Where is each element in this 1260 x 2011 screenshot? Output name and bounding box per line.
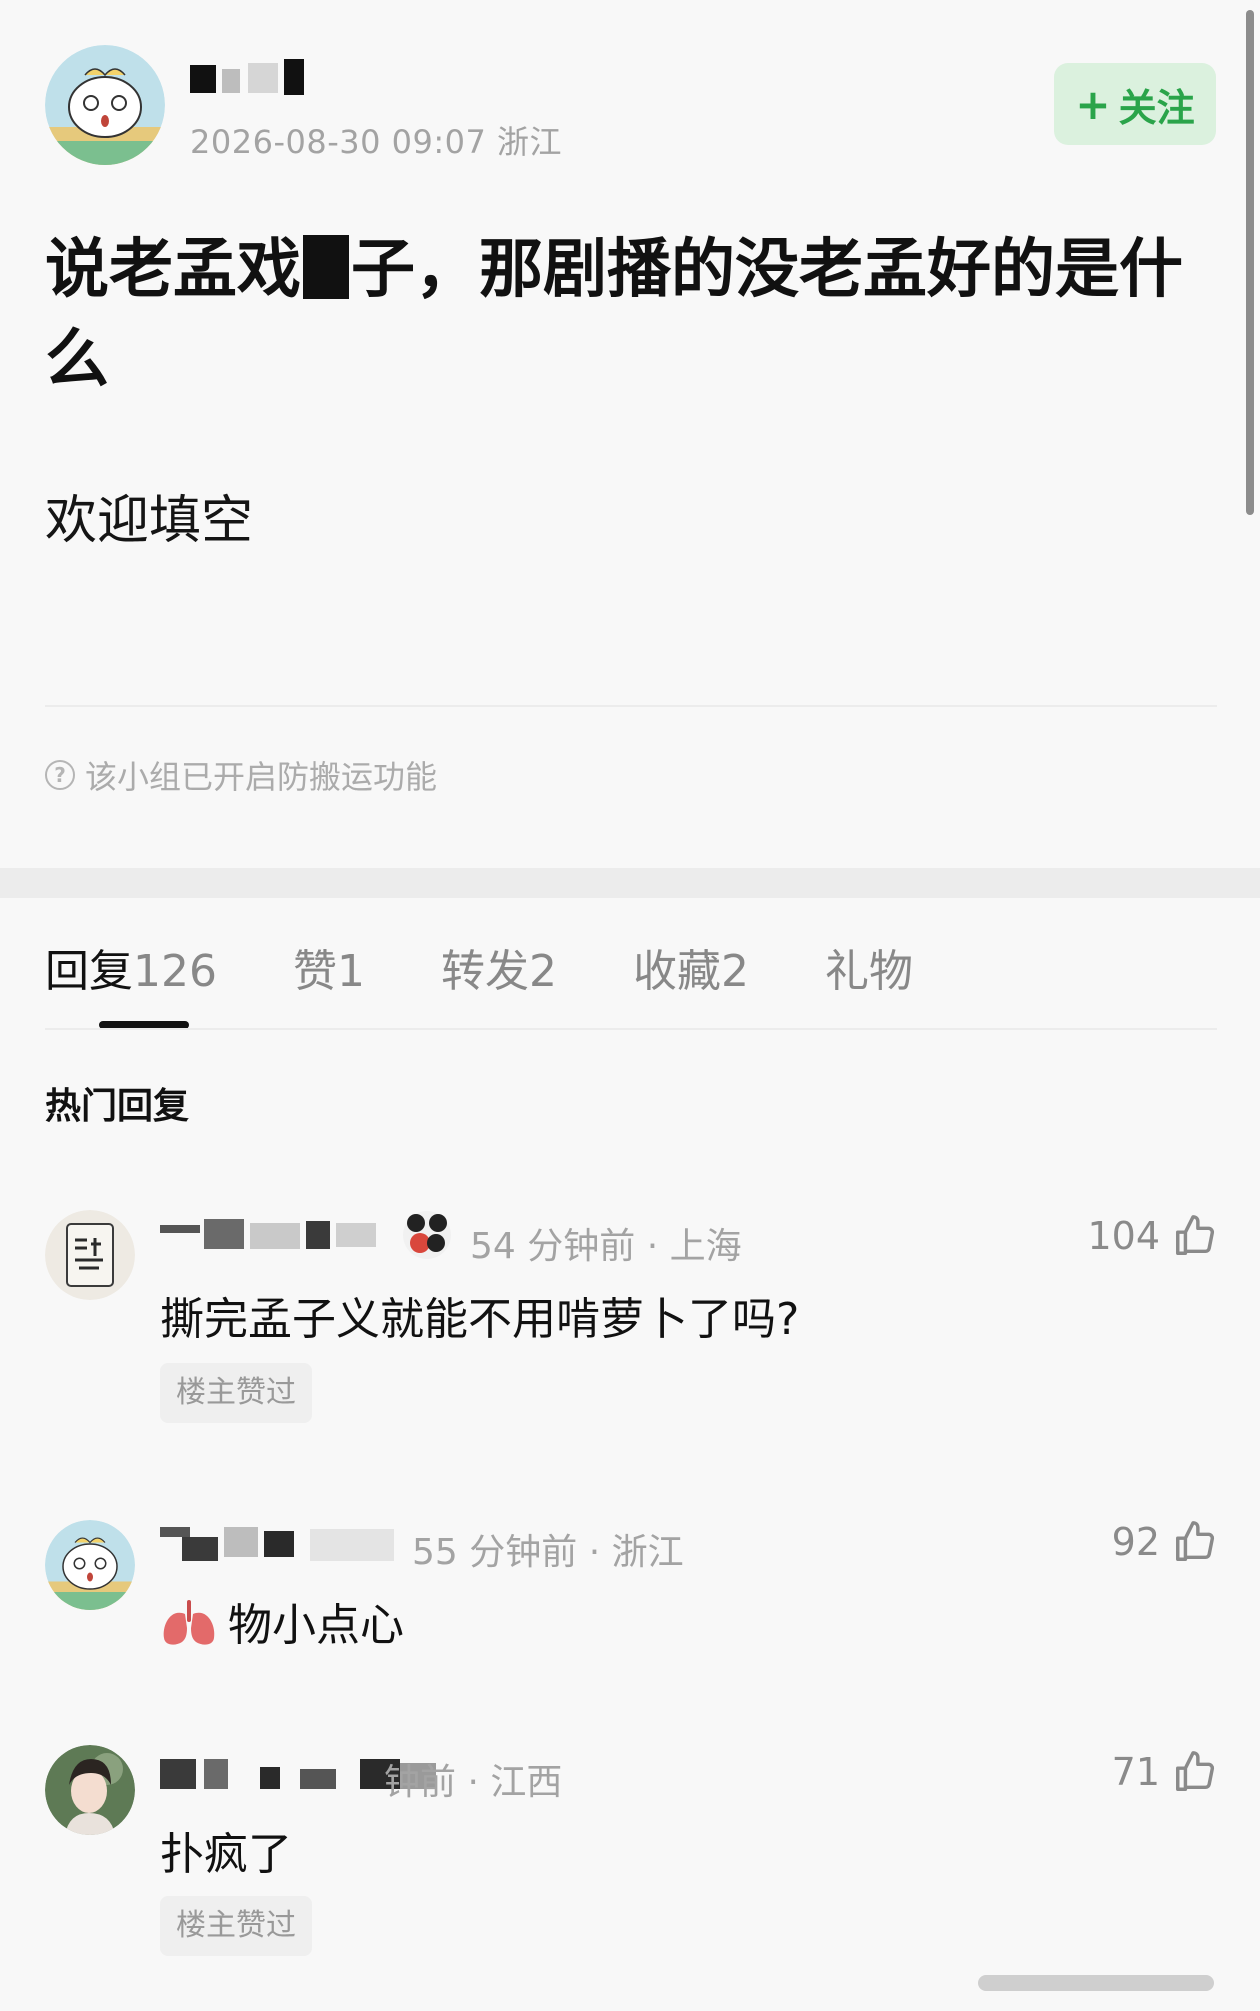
author-liked-badge: 楼主赞过 xyxy=(160,1896,312,1956)
redaction-mask xyxy=(303,235,349,299)
comment-text: 扑疯了 xyxy=(160,1829,292,1880)
author-avatar[interactable] xyxy=(45,45,165,165)
comment-meta: 55 分钟前 · 浙江 xyxy=(412,1532,684,1573)
tab-count: 126 xyxy=(133,946,217,997)
home-indicator[interactable] xyxy=(978,1975,1214,1991)
follow-label: 关注 xyxy=(1118,85,1195,130)
commenter-name-redacted[interactable] xyxy=(160,1217,380,1251)
post-detail-page: 2026-08-30 09:07 浙江 + 关注 说老孟戏 子，那剧播的没老孟好的… xyxy=(0,0,1260,2011)
notice-text: 该小组已开启防搬运功能 xyxy=(85,758,438,796)
thumbs-up-icon xyxy=(1176,1521,1215,1561)
author-name-redacted[interactable] xyxy=(190,55,330,101)
user-badge-icon xyxy=(400,1209,454,1261)
comment-meta: 54 分钟前 · 上海 xyxy=(470,1226,742,1267)
like-count: 71 xyxy=(1111,1750,1160,1794)
author-liked-badge: 楼主赞过 xyxy=(160,1363,312,1423)
commenter-avatar[interactable] xyxy=(45,1520,135,1610)
tab-replies[interactable]: 回复126 xyxy=(45,935,217,1005)
tab-label: 礼物 xyxy=(824,946,913,997)
tab-likes[interactable]: 赞1 xyxy=(293,935,365,1005)
post-meta: 2026-08-30 09:07 浙江 xyxy=(190,123,563,161)
post-title-part1: 说老孟戏 xyxy=(45,233,301,307)
comment-meta: 钟前 · 江西 xyxy=(384,1762,563,1803)
tab-label: 回复 xyxy=(45,946,133,997)
commenter-avatar[interactable] xyxy=(45,1210,135,1300)
like-button[interactable]: 92 xyxy=(1112,1519,1218,1565)
thumbs-up-icon xyxy=(1176,1215,1215,1255)
hot-replies-heading: 热门回复 xyxy=(45,1086,190,1127)
plus-icon: + xyxy=(1075,79,1111,129)
comment-text: 物小点心 xyxy=(160,1589,404,1653)
post-body: 欢迎填空 xyxy=(45,491,254,551)
tab-gifts[interactable]: 礼物 xyxy=(825,935,913,1005)
comment-text: 撕完孟子义就能不用啃萝卜了吗? xyxy=(160,1294,800,1345)
comment-text-content: 物小点心 xyxy=(228,1600,404,1651)
tab-label: 赞 xyxy=(292,946,337,997)
section-separator xyxy=(0,868,1260,898)
question-circle-icon: ? xyxy=(45,760,75,790)
like-count: 104 xyxy=(1087,1214,1160,1258)
like-button[interactable]: 104 xyxy=(1087,1213,1218,1259)
thumbs-up-icon xyxy=(1176,1751,1215,1791)
like-button[interactable]: 71 xyxy=(1112,1749,1218,1795)
commenter-avatar[interactable] xyxy=(45,1745,135,1835)
divider xyxy=(45,1028,1217,1030)
like-count: 92 xyxy=(1111,1520,1160,1564)
tab-count: 2 xyxy=(528,946,557,997)
tab-label: 转发 xyxy=(440,946,529,997)
tab-label: 收藏 xyxy=(632,946,721,997)
post-title: 说老孟戏 子，那剧播的没老孟好的是什么 xyxy=(45,225,1225,405)
tab-count: 2 xyxy=(720,946,749,997)
scrollbar[interactable] xyxy=(1246,10,1254,515)
anti-repost-notice[interactable]: ? 该小组已开启防搬运功能 xyxy=(45,752,437,798)
lungs-emoji-icon xyxy=(163,1600,215,1645)
tab-bar: 回复126 赞1 转发2 收藏2 礼物 xyxy=(45,935,989,1005)
tab-reposts[interactable]: 转发2 xyxy=(441,935,557,1005)
tab-count: 1 xyxy=(336,946,365,997)
tab-favorites[interactable]: 收藏2 xyxy=(633,935,749,1005)
follow-button[interactable]: + 关注 xyxy=(1054,63,1216,145)
commenter-name-redacted[interactable] xyxy=(160,1523,400,1561)
divider xyxy=(45,705,1217,707)
